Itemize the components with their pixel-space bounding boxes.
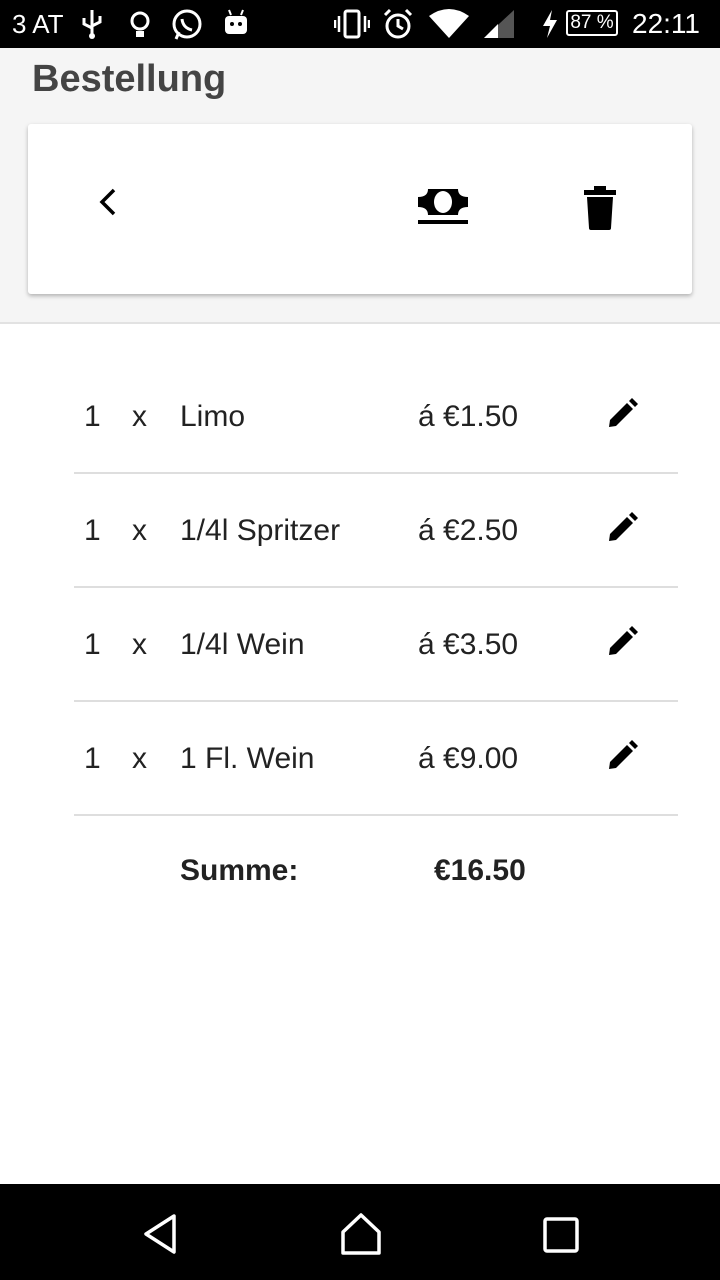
pay-button[interactable] xyxy=(416,186,470,233)
order-item-row: 1 x Limo á €1.50 xyxy=(74,360,678,474)
total-value: €16.50 xyxy=(434,854,526,887)
navigation-bar xyxy=(0,1184,720,1280)
pencil-icon xyxy=(609,398,638,427)
item-price: á €3.50 xyxy=(418,628,519,661)
usb-icon xyxy=(82,10,102,39)
item-name: 1/4l Spritzer xyxy=(180,514,341,547)
order-list: 1 x Limo á €1.50 1 x 1/4l Spritzer á €2.… xyxy=(74,360,678,816)
times-symbol: x xyxy=(132,514,147,547)
recents-icon xyxy=(543,1217,579,1253)
times-symbol: x xyxy=(132,400,147,433)
order-item-row: 1 x 1/4l Wein á €3.50 xyxy=(74,588,678,702)
nav-recents-button[interactable] xyxy=(542,1212,580,1261)
edit-item-button[interactable] xyxy=(606,740,638,780)
item-name: 1 Fl. Wein xyxy=(180,742,315,775)
times-symbol: x xyxy=(132,628,147,661)
status-bar: 3 AT 87 % 22:11 xyxy=(0,0,720,48)
battery-indicator: 87 % xyxy=(566,10,618,36)
times-symbol: x xyxy=(132,742,147,775)
item-quantity: 1 xyxy=(84,628,101,661)
whatsapp-icon xyxy=(172,9,202,40)
item-name: 1/4l Wein xyxy=(180,628,305,661)
alarm-icon xyxy=(383,8,413,39)
trash-icon xyxy=(584,186,616,230)
android-icon xyxy=(225,9,247,34)
item-price: á €2.50 xyxy=(418,514,519,547)
status-clock: 22:11 xyxy=(632,8,700,39)
charging-icon xyxy=(543,10,557,38)
nav-back-button[interactable] xyxy=(140,1212,180,1261)
order-item-row: 1 x 1 Fl. Wein á €9.00 xyxy=(74,702,678,816)
total-label: Summe: xyxy=(180,854,299,887)
lightbulb-icon xyxy=(130,11,150,37)
item-price: á €1.50 xyxy=(418,400,519,433)
item-quantity: 1 xyxy=(84,514,101,547)
item-quantity: 1 xyxy=(84,742,101,775)
item-quantity: 1 xyxy=(84,400,101,433)
item-name: Limo xyxy=(180,400,246,433)
pencil-icon xyxy=(609,740,638,769)
home-icon xyxy=(341,1213,381,1255)
edit-item-button[interactable] xyxy=(606,626,638,666)
back-icon xyxy=(99,188,116,216)
header-area: Bestellung xyxy=(0,48,720,324)
pencil-icon xyxy=(609,626,638,655)
signal-icon xyxy=(484,10,514,38)
back-button[interactable] xyxy=(92,182,126,227)
toolbar-card xyxy=(28,124,692,294)
delete-button[interactable] xyxy=(580,186,620,237)
item-price: á €9.00 xyxy=(418,742,519,775)
page-title: Bestellung xyxy=(32,58,227,100)
edit-item-button[interactable] xyxy=(606,512,638,552)
back-triangle-icon xyxy=(144,1214,176,1254)
order-item-row: 1 x 1/4l Spritzer á €2.50 xyxy=(74,474,678,588)
vibrate-icon xyxy=(334,9,370,39)
edit-item-button[interactable] xyxy=(606,398,638,438)
nav-home-button[interactable] xyxy=(340,1212,382,1261)
wifi-icon xyxy=(429,9,469,38)
carrier-label: 3 AT xyxy=(12,9,64,39)
cash-icon xyxy=(418,189,468,224)
pencil-icon xyxy=(609,512,638,541)
